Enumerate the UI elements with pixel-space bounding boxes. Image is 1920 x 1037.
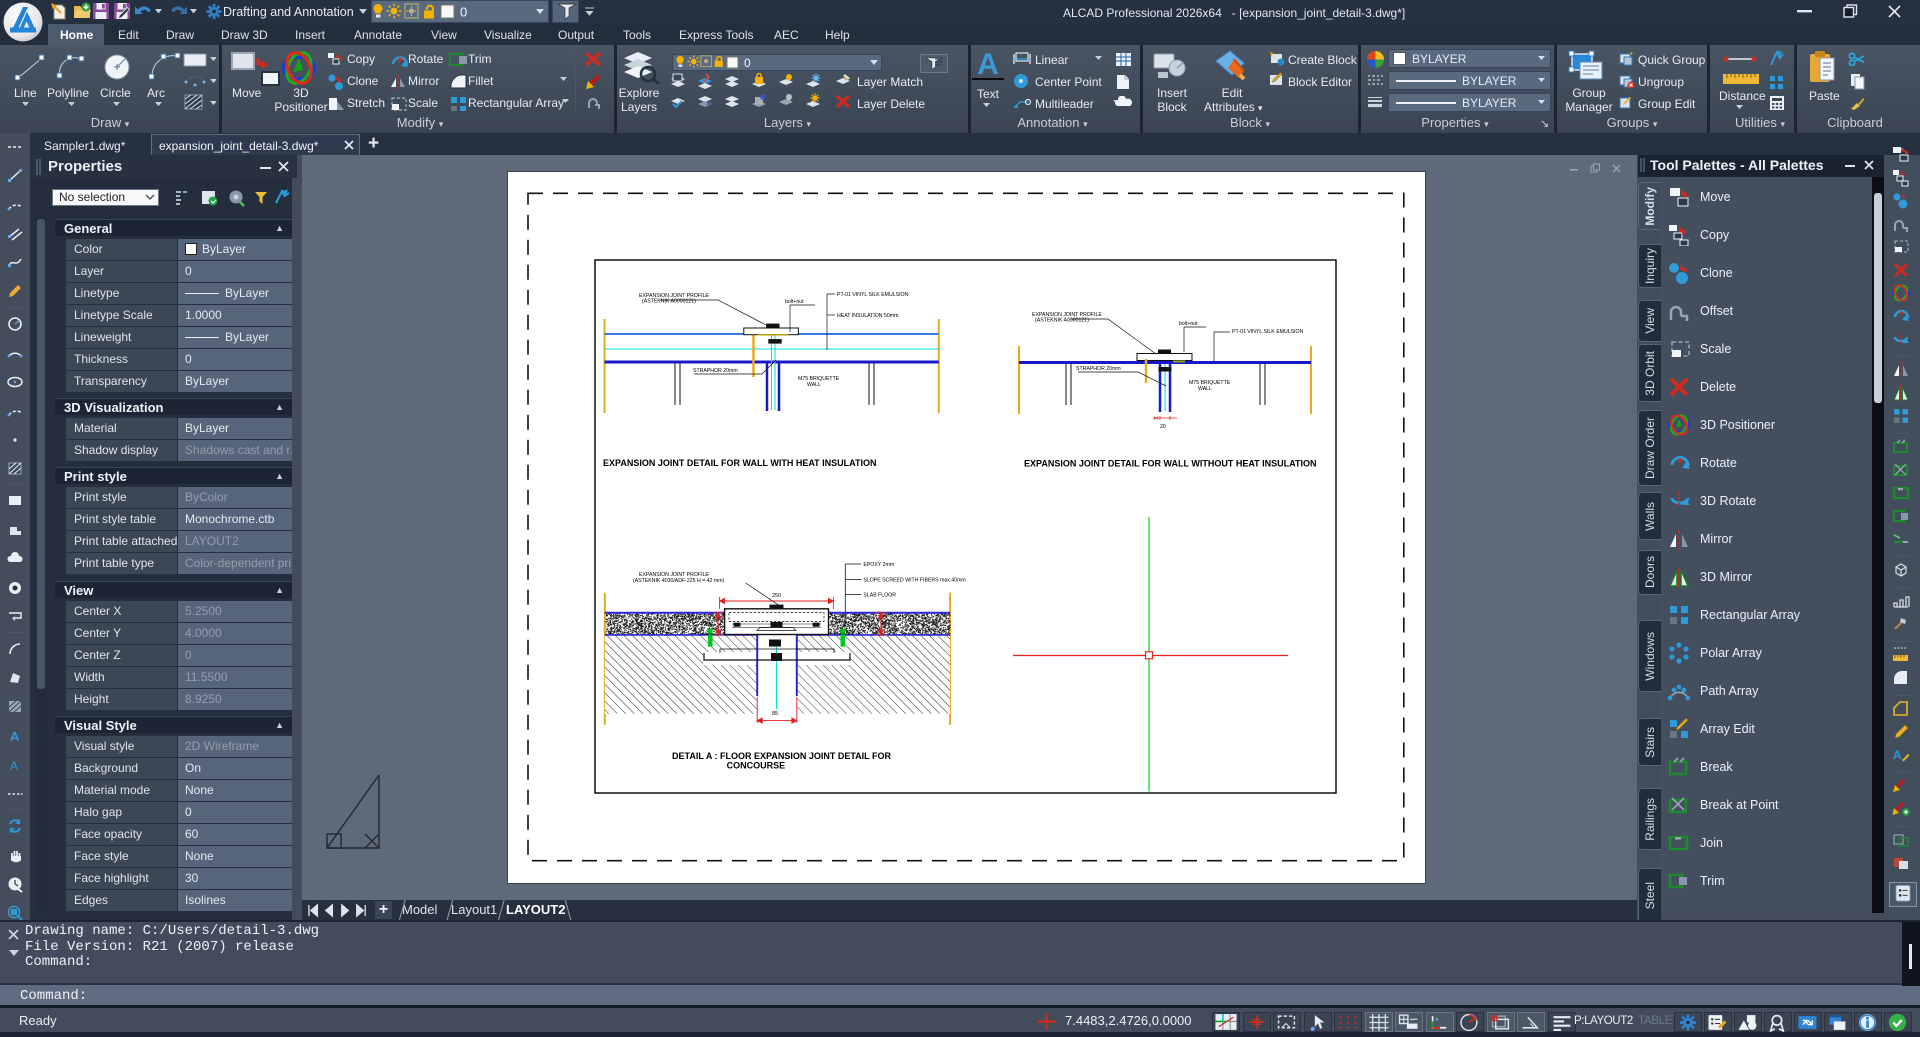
svg-text:20: 20 [1160, 424, 1166, 430]
svg-text:CONCOURSE: CONCOURSE [727, 761, 786, 771]
svg-text:A: A [10, 759, 18, 773]
svg-text:0: 0 [460, 5, 467, 20]
svg-text:(ASTEKNIK A0000121): (ASTEKNIK A0000121) [1035, 318, 1089, 324]
svg-text:STRAPHOR 20mm: STRAPHOR 20mm [693, 368, 738, 374]
svg-text:SLOPE SCREED WITH FIBERS max.4: SLOPE SCREED WITH FIBERS max.40mm [863, 578, 965, 584]
svg-text:STRAPHOR 20mm: STRAPHOR 20mm [1076, 366, 1121, 372]
svg-text:EPOXY 2mm: EPOXY 2mm [863, 562, 894, 568]
svg-text:(ASTEKNIK A0000121): (ASTEKNIK A0000121) [642, 299, 696, 305]
svg-text:(ASTEKNIK 4030/ADF-225 H = 42: (ASTEKNIK 4030/ADF-225 H = 42 mm) [633, 578, 725, 584]
svg-text:bolt+nut: bolt+nut [1179, 321, 1198, 327]
svg-text:WALL: WALL [807, 382, 821, 388]
svg-text:WALL: WALL [1198, 386, 1212, 392]
svg-text:PT-01 VINYL SILK EMULSION: PT-01 VINYL SILK EMULSION [1232, 329, 1304, 335]
svg-text:0: 0 [744, 56, 751, 70]
svg-text:PT-01 VINYL SILK EMULSION: PT-01 VINYL SILK EMULSION [837, 292, 909, 298]
svg-text:SLAB FLOOR: SLAB FLOOR [863, 593, 896, 599]
svg-text:EXPANSION JOINT DETAIL FOR WAL: EXPANSION JOINT DETAIL FOR WALL WITHOUT … [1024, 459, 1317, 469]
svg-text:bolt+nut: bolt+nut [785, 299, 804, 305]
svg-text:35: 35 [705, 622, 711, 628]
svg-text:A: A [1893, 748, 1902, 762]
svg-text:A: A [10, 729, 20, 744]
svg-text:25: 25 [884, 622, 890, 628]
svg-text:DETAIL A : FLOOR EXPANSION JOI: DETAIL A : FLOOR EXPANSION JOINT DETAIL … [672, 751, 892, 761]
svg-text:EXPANSION JOINT DETAIL FOR WA: EXPANSION JOINT DETAIL FOR WALL WITH HEA… [603, 458, 877, 468]
svg-text:250: 250 [772, 593, 781, 599]
svg-text:HEAT INSULATION 50mm: HEAT INSULATION 50mm [837, 313, 898, 319]
svg-text:85: 85 [772, 711, 778, 717]
